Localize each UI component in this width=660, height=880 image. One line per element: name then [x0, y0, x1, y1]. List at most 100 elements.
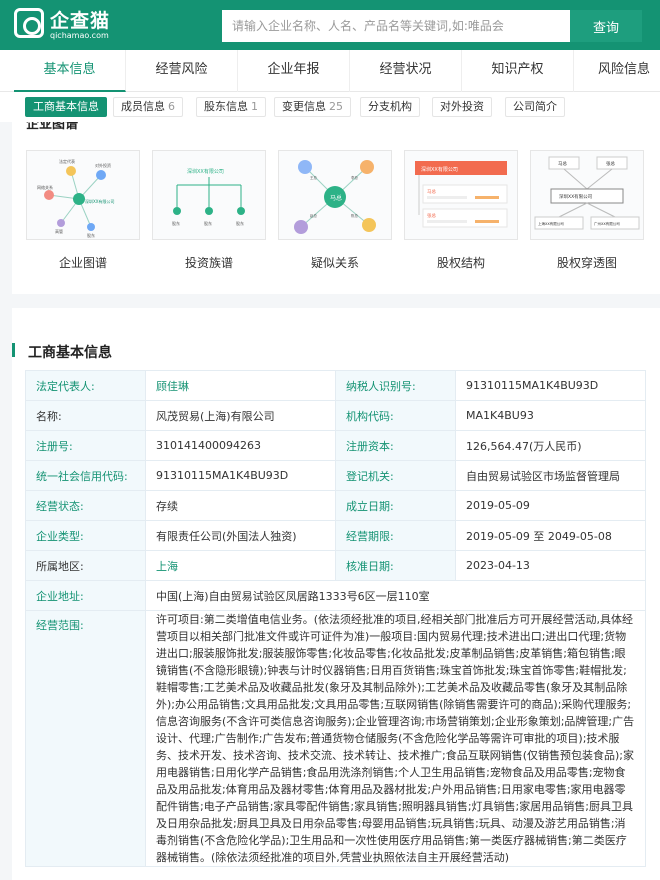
- subtab-changes[interactable]: 变更信息 25: [274, 97, 351, 117]
- found-date-value: 2019-05-09: [455, 490, 646, 521]
- penetration-sub-label: 广州XX有限公司: [594, 221, 620, 226]
- tab-operation-status[interactable]: 经营状况: [350, 50, 462, 92]
- graph-section-title: 企业图谱: [26, 122, 79, 132]
- capital-value: 126,564.47(万人民币): [455, 430, 646, 461]
- subtab-label: 变更信息: [282, 100, 326, 113]
- subtab-label: 工商基本信息: [33, 100, 99, 113]
- graph-card: 企业图谱 法定代表 对外投资 网络关系 高管 股东 深圳XX有限公司 企业图谱 …: [12, 122, 660, 294]
- penetration-sub-label: 上海XX有限公司: [538, 221, 564, 226]
- tree-node-label: 股东: [236, 220, 244, 226]
- taxpayer-label: 纳税人识别号:: [335, 370, 456, 401]
- type-value: 有限责任公司(外国法人独资): [145, 520, 336, 551]
- graph-label-relations[interactable]: 疑似关系: [278, 254, 392, 271]
- graph-node-label: 网络关系: [37, 184, 53, 190]
- graph-label-enterprise[interactable]: 企业图谱: [26, 254, 140, 271]
- subtab-shareholders[interactable]: 股东信息 1: [196, 97, 266, 117]
- logo-text: 企查猫: [50, 10, 111, 32]
- capital-label: 注册资本:: [335, 430, 456, 461]
- relations-node-label: 赵总: [310, 213, 318, 218]
- credit-code-value: 91310115MA1K4BU93D: [145, 460, 336, 491]
- subtab-label: 股东信息: [204, 100, 248, 113]
- term-value: 2019-05-09 至 2049-05-08: [455, 520, 646, 551]
- table-row: 注册号: 310141400094263 注册资本: 126,564.47(万人…: [25, 430, 646, 461]
- section-accent-bar: [12, 343, 15, 357]
- graph-thumbnail-penetration[interactable]: 马总 张总 深圳XX有限公司 上海XX有限公司 广州XX有限公司: [530, 150, 644, 240]
- penetration-company-label: 深圳XX有限公司: [559, 193, 592, 200]
- credit-code-label: 统一社会信用代码:: [25, 460, 146, 491]
- graph-label-penetration[interactable]: 股权穿透图: [530, 254, 644, 271]
- authority-value: 自由贸易试验区市场监督管理局: [455, 460, 646, 491]
- address-value: 中国(上海)自由贸易试验区凤居路1333号6区一层110室: [145, 580, 646, 611]
- term-label: 经营期限:: [335, 520, 456, 551]
- approval-value: 2023-04-13: [455, 550, 646, 581]
- subtab-investments[interactable]: 对外投资: [432, 97, 492, 117]
- org-code-value: MA1K4BU93: [455, 400, 646, 431]
- subtab-members[interactable]: 成员信息 6: [113, 97, 183, 117]
- search-button[interactable]: 查询: [570, 10, 642, 42]
- scope-label: 经营范围:: [25, 610, 146, 867]
- scope-value: 许可项目:第二类增值电信业务。(依法须经批准的项目,经相关部门批准后方可开展经营…: [145, 610, 646, 867]
- business-info-table: 法定代表人: 顾佳琳 纳税人识别号: 91310115MA1K4BU93D 名称…: [25, 370, 646, 867]
- status-value: 存续: [145, 490, 336, 521]
- tree-node-label: 股东: [172, 220, 180, 226]
- graph-thumbnail-relations[interactable]: 马总 王总 李总 赵总 陈总: [278, 150, 392, 240]
- tab-intellectual-property[interactable]: 知识产权: [462, 50, 574, 92]
- table-row: 经营范围: 许可项目:第二类增值电信业务。(依法须经批准的项目,经相关部门批准后…: [25, 610, 646, 867]
- top-header: 企查猫 qichamao.com 查询: [0, 0, 660, 50]
- graph-thumbnail-enterprise[interactable]: 法定代表 对外投资 网络关系 高管 股东 深圳XX有限公司: [26, 150, 140, 240]
- subtab-count: 6: [168, 100, 175, 113]
- logo-subtext: qichamao.com: [50, 31, 109, 40]
- legal-rep-link[interactable]: 顾佳琳: [145, 370, 336, 401]
- subtab-label: 对外投资: [440, 100, 484, 113]
- relations-node-label: 李总: [351, 175, 359, 180]
- tab-risk-info[interactable]: 风险信息: [574, 50, 660, 92]
- region-link[interactable]: 上海: [145, 550, 336, 581]
- tab-basic-info[interactable]: 基本信息: [14, 50, 126, 92]
- subtab-business-info[interactable]: 工商基本信息: [25, 97, 107, 117]
- subtab-count: 1: [251, 100, 258, 113]
- subtab-label: 成员信息: [121, 100, 165, 113]
- authority-label: 登记机关:: [335, 460, 456, 491]
- graph-node-label: 高管: [55, 228, 63, 234]
- search-input[interactable]: [222, 10, 570, 42]
- penetration-top-label: 张总: [606, 160, 615, 167]
- tab-annual-report[interactable]: 企业年报: [238, 50, 350, 92]
- business-info-card: 工商基本信息 法定代表人: 顾佳琳 纳税人识别号: 91310115MA1K4B…: [12, 308, 660, 880]
- graph-node-label: 法定代表: [59, 158, 75, 164]
- tree-company-label: 深圳XX有限公司: [187, 168, 224, 175]
- subtab-label: 公司简介: [513, 100, 557, 113]
- approval-label: 核准日期:: [335, 550, 456, 581]
- subtab-company-intro[interactable]: 公司简介: [505, 97, 565, 117]
- region-label: 所属地区:: [25, 550, 146, 581]
- table-row: 名称: 风茂贸易(上海)有限公司 机构代码: MA1K4BU93: [25, 400, 646, 431]
- graph-thumbnail-investment[interactable]: 深圳XX有限公司 股东 股东 股东: [152, 150, 266, 240]
- table-row: 统一社会信用代码: 91310115MA1K4BU93D 登记机关: 自由贸易试…: [25, 460, 646, 491]
- graph-label-equity[interactable]: 股权结构: [404, 254, 518, 271]
- tree-node-label: 股东: [204, 220, 212, 226]
- graph-label-investment[interactable]: 投资族谱: [152, 254, 266, 271]
- found-date-label: 成立日期:: [335, 490, 456, 521]
- investment-tree-image: 深圳XX有限公司 股东 股东 股东: [172, 168, 245, 226]
- table-row: 所属地区: 上海 核准日期: 2023-04-13: [25, 550, 646, 581]
- relations-node-label: 陈总: [351, 213, 359, 218]
- subtab-branches[interactable]: 分支机构: [360, 97, 420, 117]
- logo-icon: [14, 8, 44, 38]
- legal-rep-label: 法定代表人:: [25, 370, 146, 401]
- relations-graph-image: 马总 王总 李总 赵总 陈总: [294, 160, 376, 234]
- subtab-label: 分支机构: [368, 100, 412, 113]
- graph-thumbnail-equity[interactable]: 深圳XX有限公司 马总 张总: [404, 150, 518, 240]
- main-tabs: 基本信息 经营风险 企业年报 经营状况 知识产权 风险信息: [0, 50, 660, 92]
- table-row: 经营状态: 存续 成立日期: 2019-05-09: [25, 490, 646, 521]
- relations-center-label: 马总: [330, 194, 342, 202]
- reg-no-label: 注册号:: [25, 430, 146, 461]
- penetration-top-label: 马总: [558, 160, 567, 167]
- tab-business-risk[interactable]: 经营风险: [126, 50, 238, 92]
- business-info-title: 工商基本信息: [28, 345, 112, 361]
- penetration-graph-image: 马总 张总 深圳XX有限公司 上海XX有限公司 广州XX有限公司: [534, 156, 640, 230]
- name-label: 名称:: [25, 400, 146, 431]
- name-value: 风茂贸易(上海)有限公司: [145, 400, 336, 431]
- equity-row-label: 张总: [427, 212, 436, 219]
- site-logo[interactable]: 企查猫 qichamao.com: [14, 6, 134, 44]
- table-row: 法定代表人: 顾佳琳 纳税人识别号: 91310115MA1K4BU93D: [25, 370, 646, 401]
- subtab-count: 25: [329, 100, 343, 113]
